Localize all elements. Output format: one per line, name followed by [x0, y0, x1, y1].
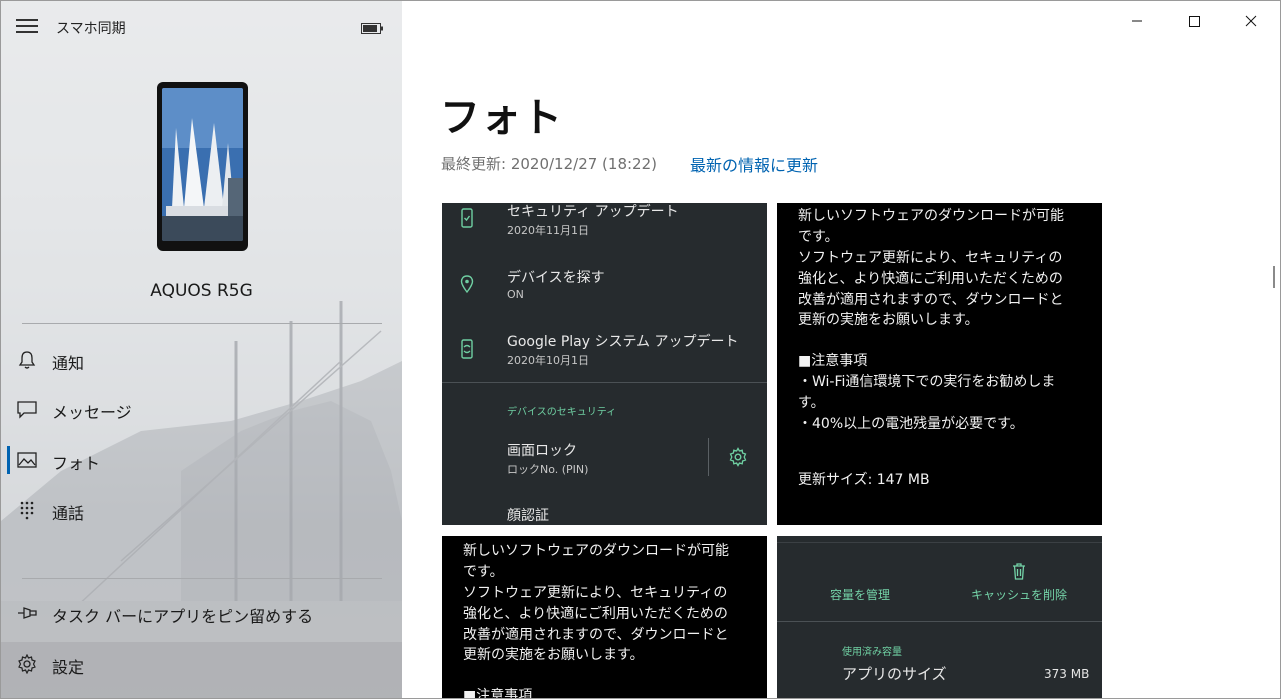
google-play-update-date: 2020年10月1日	[507, 354, 589, 367]
app-title: スマホ同期	[56, 21, 126, 37]
sidebar-header: スマホ同期	[1, 1, 402, 55]
nav-label-notifications: 通知	[52, 354, 85, 373]
settings-label: 設定	[52, 658, 85, 677]
find-device-title: デバイスを探す	[507, 270, 605, 286]
google-play-update-title: Google Play システム アップデート	[507, 334, 739, 350]
tile-divider	[442, 382, 767, 383]
sidebar: スマホ同期 AQUOS R5G 通知 メッセージ フォト 通話 タスク バーにア…	[1, 1, 402, 698]
sidebar-divider-bottom	[22, 578, 382, 579]
update-line-1: 新しいソフトウェアのダウンロードが可能	[798, 208, 1064, 224]
update2-line-3: ソフトウェア更新により、セキュリティの	[463, 585, 728, 601]
update-line-wifi: ・Wi-Fi通信環境下での実行をお勧めしま	[798, 374, 1056, 390]
security-update-row: セキュリティ アップデート 2020年11月1日	[442, 203, 767, 263]
tile-top-rule	[777, 542, 1102, 543]
refresh-link[interactable]: 最新の情報に更新	[690, 152, 818, 176]
update-line-5: 改善が適用されますので、ダウンロードと	[798, 292, 1064, 308]
screen-lock-sub: ロックNo. (PIN)	[507, 463, 589, 476]
last-updated-text: 最終更新: 2020/12/27 (18:22)	[441, 155, 657, 173]
bell-icon	[18, 351, 36, 369]
nav-item-photos[interactable]: フォト	[1, 438, 402, 482]
sidebar-divider	[22, 323, 382, 324]
update-line-6: 更新の実施をお願いします。	[798, 312, 979, 328]
update-line-battery: ・40%以上の電池残量が必要です。	[798, 416, 1024, 432]
clear-cache-button: キャッシュを削除	[970, 588, 1067, 602]
hamburger-menu-icon[interactable]	[16, 19, 38, 35]
nav-label-photos: フォト	[52, 454, 101, 473]
app-size-label: アプリのサイズ	[842, 665, 947, 683]
phone-update-icon	[461, 339, 473, 359]
phone-wallpaper-image	[162, 88, 243, 241]
nav-item-notifications[interactable]: 通知	[1, 338, 402, 382]
nav-item-calls[interactable]: 通話	[1, 488, 402, 532]
manage-storage-button: 容量を管理	[829, 588, 890, 602]
photo-tile-security[interactable]: セキュリティ アップデート 2020年11月1日 デバイスを探す ON Goog…	[442, 203, 767, 525]
scrollbar-thumb[interactable]	[1273, 266, 1275, 288]
google-play-update-row: Google Play システム アップデート 2020年10月1日	[442, 331, 767, 383]
update2-line-1: 新しいソフトウェアのダウンロードが可能	[463, 543, 729, 559]
settings-button[interactable]: 設定	[1, 642, 402, 698]
update-line-notice: ■注意事項	[798, 353, 868, 369]
device-security-heading: デバイスのセキュリティ	[507, 407, 617, 418]
storage-divider	[777, 621, 1102, 622]
update2-line-notice: ■注意事項	[463, 688, 533, 699]
device-name: AQUOS R5G	[150, 281, 253, 301]
chat-icon	[17, 401, 37, 419]
update-line-wifi-2: す。	[798, 395, 825, 411]
photo-tile-update-text[interactable]: 新しいソフトウェアのダウンロードが可能 です。 ソフトウェア更新により、セキュリ…	[777, 203, 1102, 525]
gear-icon	[729, 447, 747, 467]
app-window: スマホ同期 AQUOS R5G 通知 メッセージ フォト 通話 タスク バーにア…	[0, 0, 1281, 699]
update-line-2: です。	[798, 229, 839, 245]
update-line-3: ソフトウェア更新により、セキュリティの	[798, 250, 1063, 266]
phone-check-icon	[461, 208, 473, 228]
photo-tile-update-text-2[interactable]: 新しいソフトウェアのダウンロードが可能 です。 ソフトウェア更新により、セキュリ…	[442, 536, 767, 699]
update-line-4: 強化と、より快適にご利用いただくための	[798, 271, 1063, 287]
update2-line-2: です。	[463, 564, 504, 580]
update2-line-4: 強化と、より快適にご利用いただくための	[463, 606, 728, 622]
pin-icon	[18, 607, 37, 619]
page-title: フォト	[440, 95, 563, 141]
used-storage-heading: 使用済み容量	[842, 647, 902, 658]
app-size-value: 373 MB	[1044, 667, 1090, 681]
location-pin-icon	[460, 275, 474, 294]
pin-to-taskbar-button[interactable]: タスク バーにアプリをピン留めする	[1, 591, 402, 635]
photo-tile-storage[interactable]: 容量を管理 キャッシュを削除 使用済み容量 アプリのサイズ 373 MB	[777, 536, 1102, 698]
security-update-date: 2020年11月1日	[507, 224, 589, 237]
main-content: フォト 最終更新: 2020/12/27 (18:22) 最新の情報に更新 セキ…	[402, 1, 1280, 699]
update-size: 更新サイズ: 147 MB	[798, 472, 930, 488]
vertical-separator	[708, 438, 709, 476]
screen-lock-title: 画面ロック	[507, 443, 577, 459]
gear-icon	[18, 654, 36, 674]
battery-icon	[361, 23, 383, 34]
security-update-title: セキュリティ アップデート	[507, 204, 679, 220]
close-icon[interactable]	[1223, 1, 1279, 41]
minimize-icon[interactable]	[1109, 1, 1165, 41]
pin-label: タスク バーにアプリをピン留めする	[52, 607, 314, 626]
nav-label-messages: メッセージ	[52, 403, 132, 422]
active-indicator	[7, 446, 10, 474]
dialpad-icon	[20, 501, 34, 520]
update2-line-6: 更新の実施をお願いします。	[463, 647, 644, 663]
find-device-row: デバイスを探す ON	[442, 265, 767, 325]
photo-icon	[17, 452, 37, 468]
find-device-status: ON	[507, 288, 524, 301]
update2-line-5: 改善が適用されますので、ダウンロードと	[463, 627, 729, 643]
nav-item-messages[interactable]: メッセージ	[1, 387, 402, 431]
phone-preview	[157, 82, 248, 251]
nav-label-calls: 通話	[52, 504, 85, 523]
maximize-icon[interactable]	[1166, 1, 1222, 41]
face-auth-title: 顔認証	[507, 508, 549, 524]
trash-icon	[1013, 563, 1025, 580]
